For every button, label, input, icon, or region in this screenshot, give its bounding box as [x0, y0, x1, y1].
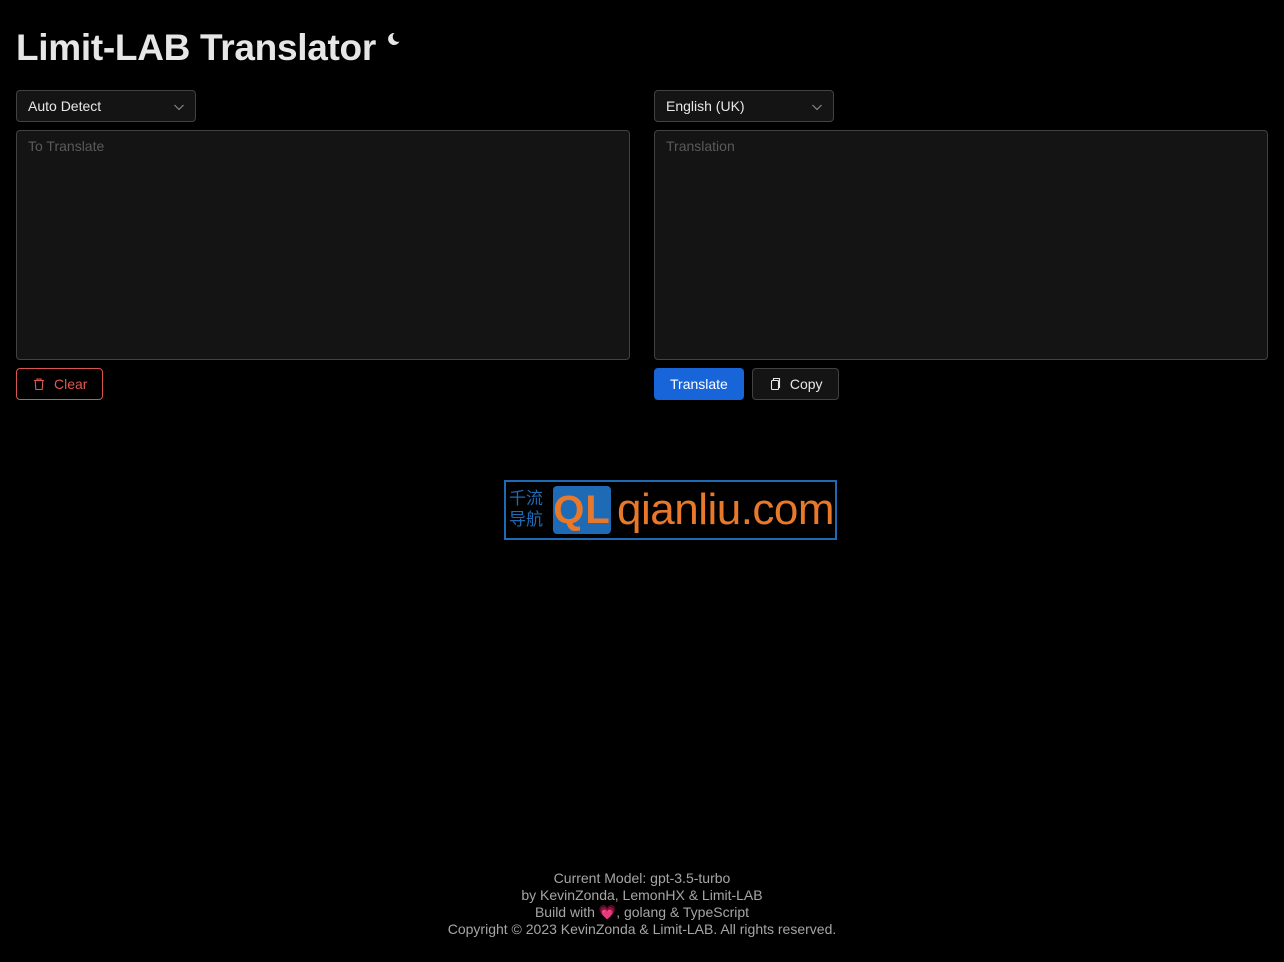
- build-prefix: Build with: [534, 904, 599, 920]
- source-language-value: Auto Detect: [28, 98, 102, 114]
- heart-icon: 💗: [598, 904, 617, 920]
- footer: Current Model: gpt-3.5-turbo by KevinZon…: [0, 870, 1284, 938]
- copyright: Copyright © 2023 KevinZonda & Limit-LAB.…: [447, 921, 837, 937]
- target-panel: English (UK) Translate Copy: [654, 90, 1268, 400]
- current-model: Current Model: gpt-3.5-turbo: [553, 870, 731, 886]
- header: Limit-LAB Translator: [16, 26, 402, 70]
- clear-button-label: Clear: [54, 376, 88, 392]
- logo-chinese-text: 千流 导航: [509, 489, 553, 531]
- logo-domain: qianliu.com: [617, 485, 835, 534]
- source-text-input[interactable]: [16, 130, 630, 360]
- trash-icon: [34, 378, 44, 391]
- source-language-select[interactable]: Auto Detect: [16, 90, 196, 122]
- copy-button-label: Copy: [789, 376, 823, 392]
- page-title: Limit-LAB Translator: [16, 27, 376, 68]
- page: Limit-LAB Translator Auto Detect Clear: [0, 0, 1284, 962]
- moon-icon[interactable]: [384, 30, 402, 48]
- copy-icon: [770, 377, 780, 391]
- clear-button[interactable]: Clear: [16, 368, 104, 400]
- translation-output[interactable]: [654, 130, 1268, 360]
- logo-cn-line1: 千流: [509, 489, 543, 509]
- authors: by KevinZonda, LemonHX & Limit-LAB: [521, 887, 763, 903]
- qianliu-logo[interactable]: 千流 导航 QL qianliu.com: [504, 480, 837, 540]
- source-panel: Auto Detect Clear: [16, 90, 630, 400]
- chevron-down-icon: [811, 100, 823, 112]
- build-suffix: , golang & TypeScript: [616, 904, 750, 920]
- chevron-down-icon: [173, 100, 185, 112]
- build-info: Build with 💗, golang & TypeScript: [0, 904, 1284, 921]
- logo-mark: QL: [553, 486, 611, 534]
- target-actions: Translate Copy: [654, 368, 1268, 400]
- source-actions: Clear: [16, 368, 630, 400]
- logo-cn-line2: 导航: [509, 510, 543, 530]
- target-language-value: English (UK): [666, 98, 745, 114]
- copy-button[interactable]: Copy: [751, 368, 839, 400]
- translate-button[interactable]: Translate: [654, 368, 744, 400]
- target-language-select[interactable]: English (UK): [654, 90, 834, 122]
